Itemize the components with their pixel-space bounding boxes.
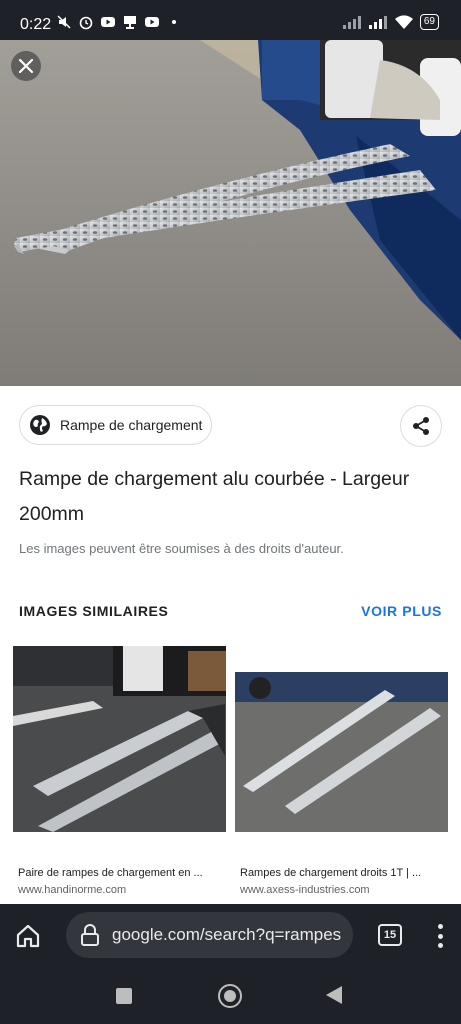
similar-image-title: Paire de rampes de chargement en ... xyxy=(18,867,203,879)
image-details-panel: Rampe de chargement Rampe de chargement … xyxy=(0,386,461,904)
ramp-photo xyxy=(0,40,461,386)
similar-image-card[interactable]: Paire de rampes de chargement en ... www… xyxy=(13,646,226,904)
url-text: google.com/search?q=rampes xyxy=(112,925,342,944)
back-button[interactable] xyxy=(326,986,342,1004)
youtube-icon xyxy=(101,17,115,27)
signal-icon xyxy=(342,16,361,29)
similar-images-heading: IMAGES SIMILAIRES xyxy=(19,603,169,619)
menu-dot xyxy=(437,943,443,948)
image-title[interactable]: Rampe de chargement alu courbée - Largeu… xyxy=(19,462,444,532)
similar-image-thumbnail xyxy=(13,646,226,832)
home-icon xyxy=(16,924,40,948)
similar-image-card[interactable]: Rampes de chargement droits 1T | ... www… xyxy=(235,646,448,904)
signal-icon xyxy=(368,16,387,29)
notification-icon xyxy=(124,16,136,29)
close-icon xyxy=(19,59,33,73)
share-button[interactable] xyxy=(400,405,442,447)
youtube-icon xyxy=(145,17,159,27)
more-menu-button[interactable] xyxy=(432,922,448,950)
tab-switcher-button[interactable]: 15 xyxy=(378,924,402,946)
system-navigation-bar xyxy=(0,966,461,1024)
mute-icon xyxy=(57,15,71,29)
similar-image-site: www.handinorme.com xyxy=(18,884,127,896)
system-home-button[interactable] xyxy=(218,984,242,1008)
similar-image-site: www.axess-industries.com xyxy=(240,884,370,896)
address-bar[interactable]: google.com/search?q=rampes xyxy=(66,912,353,958)
globe-icon xyxy=(30,415,50,435)
close-button[interactable] xyxy=(11,51,41,81)
share-icon xyxy=(413,417,429,435)
browser-toolbar: google.com/search?q=rampes 15 xyxy=(0,904,461,966)
browser-home-button[interactable] xyxy=(14,922,42,950)
battery-icon: 69 xyxy=(419,14,439,30)
wifi-icon xyxy=(394,15,413,29)
similar-image-title: Rampes de chargement droits 1T | ... xyxy=(240,867,422,879)
copyright-note: Les images peuvent être soumises à des d… xyxy=(19,541,344,556)
source-chip[interactable]: Rampe de chargement xyxy=(19,405,212,445)
menu-dot xyxy=(437,933,443,939)
preview-image[interactable] xyxy=(0,40,461,386)
alarm-icon xyxy=(79,16,93,30)
source-label: Rampe de chargement xyxy=(60,417,203,433)
status-system-icons: 69 xyxy=(342,14,439,30)
more-notifications-dot xyxy=(172,20,176,24)
see-more-link[interactable]: VOIR PLUS xyxy=(361,603,442,619)
home-circle-icon xyxy=(224,990,236,1002)
menu-dot xyxy=(437,924,443,929)
status-notification-icons xyxy=(56,14,176,30)
lock-icon xyxy=(81,924,99,946)
status-bar: 0:22 69 xyxy=(0,0,461,40)
recents-button[interactable] xyxy=(116,988,132,1004)
similar-image-thumbnail xyxy=(235,646,448,832)
status-time: 0:22 xyxy=(20,16,52,33)
